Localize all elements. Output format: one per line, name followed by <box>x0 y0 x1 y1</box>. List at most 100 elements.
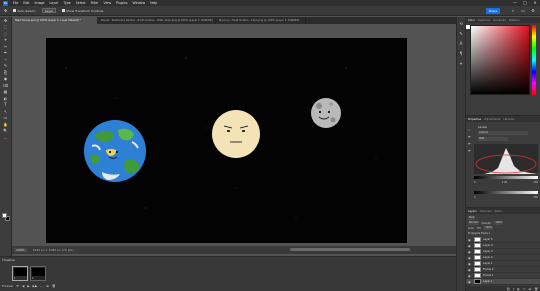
tween-icon[interactable]: ⋯ <box>40 284 43 288</box>
output-levels-slider[interactable] <box>474 191 538 194</box>
output-white-value[interactable]: 255 <box>533 196 538 199</box>
input-black-value[interactable]: 0 <box>474 181 476 184</box>
crop-tool-icon[interactable]: ✂ <box>2 44 10 50</box>
brush-settings-icon[interactable]: ✎ <box>458 31 464 37</box>
workspace-icon[interactable]: ▭ <box>520 8 526 14</box>
output-black-value[interactable]: 0 <box>474 196 476 199</box>
zoom-level[interactable]: 100% <box>14 248 27 252</box>
eye-icon[interactable]: ◉ <box>468 250 472 254</box>
eye-icon[interactable]: ◉ <box>468 256 472 260</box>
menu-edit[interactable]: Edit <box>23 1 29 5</box>
new-layer-icon[interactable]: ⊞ <box>529 287 532 291</box>
input-white-value[interactable]: 255 <box>533 181 538 184</box>
menu-file[interactable]: File <box>13 1 18 5</box>
history-icon[interactable]: ⟲ <box>458 21 464 27</box>
input-levels-slider[interactable] <box>474 176 538 179</box>
brush-tool-icon[interactable]: ✎ <box>2 63 10 69</box>
eye-icon[interactable]: ◉ <box>468 238 472 242</box>
trash-icon[interactable]: 🗑 <box>534 287 538 291</box>
opacity-field[interactable]: 100% <box>494 221 504 225</box>
tab-adjustments[interactable]: Adjustments <box>484 118 500 121</box>
menu-layer[interactable]: Layer <box>50 1 59 5</box>
tab-earth-sprite[interactable]: Planet - Stationary Sprites - Earth Gold… <box>98 17 216 24</box>
object-select-icon[interactable]: ⌖ <box>2 37 10 43</box>
blend-mode-dropdown[interactable]: Normal <box>468 221 479 225</box>
tab-swatches[interactable]: Swatches <box>478 19 490 22</box>
tab-start-scene[interactable]: Start Scene.psd @ 100% (Layer 1, Layer M… <box>12 17 98 24</box>
preset-dropdown[interactable]: Custom <box>478 131 528 135</box>
menu-view[interactable]: View <box>103 1 111 5</box>
eraser-tool-icon[interactable]: ⌫ <box>2 83 10 89</box>
hand-tool-icon[interactable]: ✋ <box>2 122 10 128</box>
document-canvas[interactable] <box>46 38 407 243</box>
menu-select[interactable]: Select <box>76 1 86 5</box>
play-icon[interactable]: ▶ <box>27 284 29 288</box>
tab-paths[interactable]: Paths <box>495 210 502 213</box>
move-tool-icon[interactable]: ✥ <box>4 8 7 13</box>
black-eyedropper-icon[interactable]: ✒ <box>468 135 476 139</box>
eye-icon[interactable]: ◉ <box>468 274 472 278</box>
target-adjust-icon[interactable]: ☝ <box>468 128 476 132</box>
gear-icon[interactable]: ⚙ <box>530 8 536 14</box>
healing-brush-icon[interactable]: ⌁ <box>2 57 10 63</box>
rectangle-tool-icon[interactable]: ▭ <box>2 115 10 121</box>
lasso-tool-icon[interactable]: ◌ <box>2 31 10 37</box>
path-select-icon[interactable]: ↖ <box>2 109 10 115</box>
timeline-frame[interactable]: 2 <box>30 266 46 281</box>
kind-filter-dropdown[interactable]: Kind <box>468 216 476 220</box>
tab-libraries[interactable]: Libraries <box>503 118 514 121</box>
marquee-tool-icon[interactable]: ⬚ <box>2 24 10 30</box>
glyphs-icon[interactable]: ✦ <box>458 61 464 67</box>
auto-select-checkbox[interactable]: Auto-Select: <box>13 8 36 13</box>
tab-properties[interactable]: Properties <box>468 118 481 121</box>
menu-plugins[interactable]: Plugins <box>116 1 127 5</box>
foreground-color-swatch[interactable] <box>2 213 7 218</box>
fill-field[interactable]: 100% <box>484 226 494 230</box>
trash-icon[interactable]: 🗑 <box>52 284 56 288</box>
type-tool-icon[interactable]: T <box>2 102 10 108</box>
tab-layers[interactable]: Layers <box>468 210 477 213</box>
clone-stamp-icon[interactable]: ⎘ <box>2 70 10 76</box>
tab-gradients[interactable]: Gradients <box>493 19 506 22</box>
move-tool-icon[interactable]: ✥ <box>2 18 10 24</box>
loop-dropdown[interactable]: Forever <box>2 284 13 288</box>
share-button[interactable]: Share <box>486 8 500 14</box>
search-icon[interactable]: ⌕ <box>510 8 516 14</box>
input-gamma-value[interactable]: 1.00 <box>502 181 507 184</box>
gradient-tool-icon[interactable]: ▦ <box>2 89 10 95</box>
show-transform-checkbox[interactable]: Show Transform Controls <box>62 8 103 13</box>
folder-icon[interactable]: ▭ <box>523 287 526 291</box>
new-frame-icon[interactable]: ⊞ <box>46 284 49 288</box>
auto-select-dropdown[interactable]: Layer <box>41 8 57 13</box>
menu-window[interactable]: Window <box>132 1 145 5</box>
menu-type[interactable]: Type <box>63 1 70 5</box>
eye-icon[interactable]: ◉ <box>468 268 472 272</box>
tab-channels[interactable]: Channels <box>480 210 492 213</box>
tab-color[interactable]: Color <box>468 19 475 22</box>
first-frame-icon[interactable]: ⏮ <box>16 284 19 288</box>
mask-icon[interactable]: ◐ <box>517 287 520 291</box>
tab-mercury-sprite[interactable]: Mercury - Fault Golden - 16px.png @ 100%… <box>216 17 306 24</box>
menu-filter[interactable]: Filter <box>91 1 99 5</box>
paragraph-icon[interactable]: ¶ <box>458 51 464 57</box>
eye-icon[interactable]: ◉ <box>468 262 472 266</box>
color-picker-field[interactable] <box>470 25 530 95</box>
next-frame-icon[interactable]: ▶▶ <box>33 284 38 288</box>
hue-slider[interactable] <box>532 25 536 95</box>
dodge-tool-icon[interactable]: ◐ <box>2 96 10 102</box>
link-icon[interactable]: ⛓ <box>506 287 510 291</box>
eyedropper-icon[interactable]: ✒ <box>2 50 10 56</box>
history-brush-icon[interactable]: ◉ <box>2 76 10 82</box>
fx-icon[interactable]: ƒ <box>513 287 514 291</box>
prev-frame-icon[interactable]: ◀ <box>22 284 24 288</box>
channel-dropdown[interactable]: RGB <box>478 137 508 141</box>
tab-patterns[interactable]: Patterns <box>509 19 520 22</box>
eye-icon[interactable]: ◉ <box>468 280 472 284</box>
layer-row-selected[interactable]: ◉ Layer 1 <box>466 279 540 285</box>
menu-help[interactable]: Help <box>150 1 157 5</box>
zoom-tool-icon[interactable]: 🔍 <box>2 128 10 134</box>
timeline-frame[interactable]: 1 <box>12 266 28 281</box>
eye-icon[interactable]: ◉ <box>468 244 472 248</box>
horizontal-scrollbar[interactable] <box>290 248 410 251</box>
more-tools-icon[interactable]: … <box>2 135 10 141</box>
